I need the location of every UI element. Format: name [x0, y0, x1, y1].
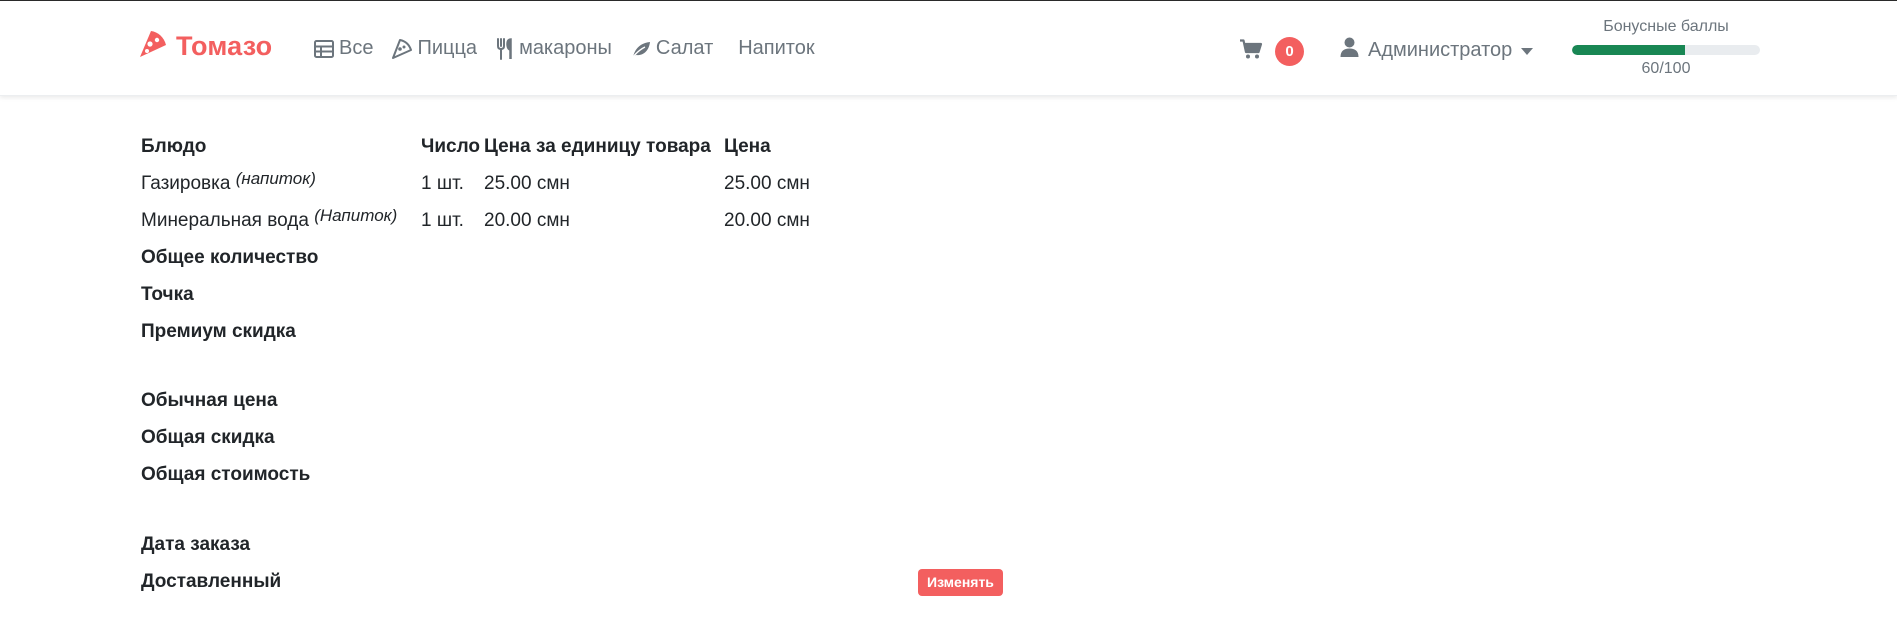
- nav-item-drinks[interactable]: Напиток: [738, 37, 814, 60]
- user-name: Администратор: [1368, 38, 1513, 61]
- item-unit-price: 25.00 смн: [484, 173, 570, 194]
- summary-label: Общая скидка: [141, 427, 275, 448]
- header-dish: Блюдо: [141, 136, 207, 157]
- item-price: 20.00 смн: [724, 210, 810, 231]
- item-name: Газировка: [141, 173, 231, 194]
- item-name: Минеральная вода: [141, 210, 309, 231]
- item-quantity: 1 шт.: [421, 210, 464, 231]
- navbar: Томазо Все Пицца макароны Салат Напиток …: [0, 1, 1897, 96]
- category-nav: Все Пицца макароны Салат Напиток: [314, 37, 834, 60]
- summary-label: Точка: [141, 284, 194, 305]
- nav-item-label: макароны: [519, 37, 612, 59]
- bonus-progress-bar: [1572, 45, 1760, 55]
- item-name-cell: Минеральная вода (Напиток): [141, 206, 398, 234]
- pizza-icon: [138, 29, 168, 64]
- item-name-cell: Газировка (напиток): [141, 169, 316, 197]
- leaf-icon: [631, 40, 651, 58]
- header-unit-price: Цена за единицу товара: [484, 136, 711, 157]
- caret-down-icon: [1521, 39, 1534, 62]
- utensils-icon: [496, 37, 514, 60]
- summary-label: Премиум скидка: [141, 321, 296, 342]
- header-price: Цена: [724, 136, 771, 157]
- nav-item-pasta[interactable]: макароны: [496, 37, 612, 60]
- bonus-points-widget: Бонусные баллы 60/100: [1572, 17, 1760, 79]
- summary-label: Обычная цена: [141, 390, 278, 411]
- nav-item-all[interactable]: Все: [314, 37, 373, 60]
- brand-name: Томазо: [176, 31, 273, 61]
- cart-button[interactable]: 0: [1239, 37, 1304, 66]
- summary-label: Дата заказа: [141, 534, 251, 555]
- pizza-slice-icon: [392, 38, 413, 59]
- bonus-label: Бонусные баллы: [1603, 18, 1729, 35]
- cart-icon: [1239, 39, 1263, 64]
- bonus-value: 60/100: [1641, 60, 1691, 77]
- header-quantity: Число: [421, 136, 481, 157]
- nav-item-salad[interactable]: Салат: [631, 37, 713, 60]
- item-quantity: 1 шт.: [421, 173, 464, 194]
- summary-label: Общая стоимость: [141, 464, 311, 485]
- summary-label: Общее количество: [141, 247, 319, 268]
- change-button[interactable]: Изменять: [918, 569, 1003, 596]
- bonus-progress-fill: [1572, 45, 1685, 55]
- nav-item-pizza[interactable]: Пицца: [392, 37, 477, 60]
- user-menu-toggle[interactable]: Администратор: [1340, 37, 1534, 63]
- nav-item-label: Все: [339, 37, 374, 59]
- nav-item-label: Салат: [655, 37, 714, 59]
- nav-item-label: Пицца: [417, 37, 478, 59]
- item-price: 25.00 смн: [724, 173, 810, 194]
- item-category: (Напиток): [314, 206, 398, 225]
- nav-item-label: Напиток: [738, 37, 815, 59]
- item-category: (напиток): [235, 169, 316, 188]
- item-unit-price: 20.00 смн: [484, 210, 570, 231]
- summary-label: Доставленный: [141, 571, 282, 592]
- user-icon: [1340, 37, 1359, 63]
- cart-count-badge: 0: [1275, 37, 1304, 66]
- brand-link[interactable]: Томазо: [138, 29, 272, 64]
- table-icon: [314, 39, 334, 58]
